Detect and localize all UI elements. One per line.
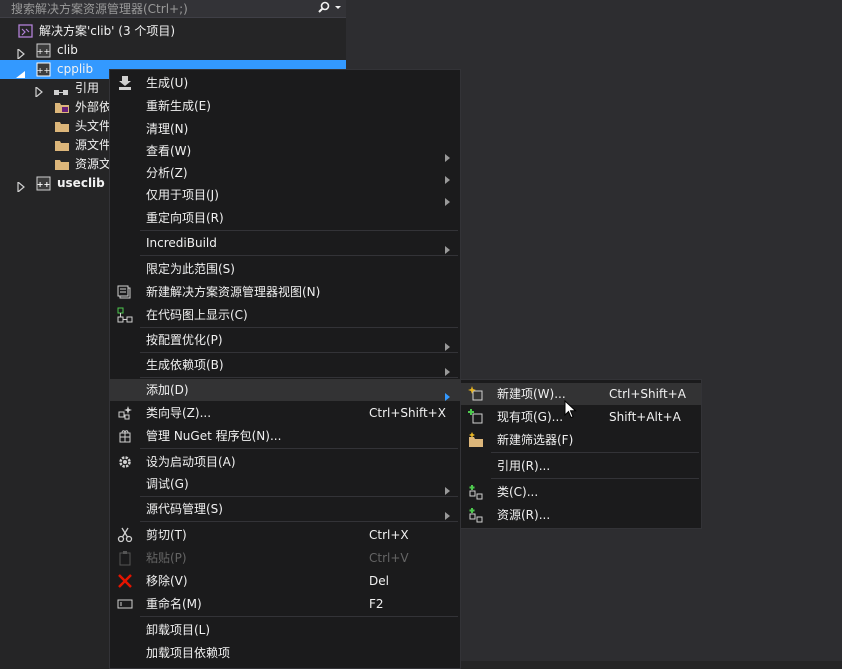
submenu-item-existing-item[interactable]: 现有项(G)... Shift+Alt+A — [461, 406, 701, 428]
search-button[interactable] — [316, 0, 346, 17]
menu-separator — [140, 327, 458, 328]
submenu-item-resource[interactable]: 资源(R)... — [461, 504, 701, 526]
search-bar — [0, 0, 346, 18]
menu-separator — [140, 255, 458, 256]
menu-item-unload-project[interactable]: 卸载项目(L) — [110, 619, 460, 641]
nuget-package-icon — [117, 428, 133, 451]
submenu-item-new-filter[interactable]: 新建筛选器(F) — [461, 429, 701, 451]
menu-item-show-on-code-map[interactable]: 在代码图上显示(C) — [110, 304, 460, 326]
expand-arrow-icon[interactable] — [17, 179, 25, 198]
search-input[interactable] — [0, 0, 310, 17]
solution-label: 解决方案'clib' (3 个项目) — [39, 24, 176, 38]
menu-item-set-startup[interactable]: 设为启动项目(A) — [110, 451, 460, 473]
submenu-item-reference[interactable]: 引用(R)... — [461, 455, 701, 477]
menu-separator — [140, 496, 458, 497]
rename-icon — [117, 596, 133, 619]
menu-separator — [140, 230, 458, 231]
menu-item-new-se-view[interactable]: 新建解决方案资源管理器视图(N) — [110, 281, 460, 303]
solution-node[interactable]: 解决方案'clib' (3 个项目) — [0, 22, 346, 41]
search-icon — [318, 1, 341, 13]
menu-item-rename[interactable]: 重命名(M) F2 — [110, 593, 460, 615]
svg-text:++: ++ — [37, 47, 50, 56]
menu-item-build-dependencies[interactable]: 生成依赖项(B) — [110, 354, 460, 376]
menu-item-project-only[interactable]: 仅用于项目(J) — [110, 184, 460, 206]
menu-item-analyze[interactable]: 分析(Z) — [110, 162, 460, 184]
menu-item-source-control[interactable]: 源代码管理(S) — [110, 498, 460, 520]
context-menu: 生成(U) 重新生成(E) 清理(N) 查看(W) 分析(Z) 仅用于项目(J)… — [109, 69, 461, 669]
menu-separator — [140, 377, 458, 378]
tree-item-clib[interactable]: ++ clib — [0, 41, 346, 61]
svg-text:++: ++ — [37, 66, 50, 75]
add-submenu: 新建项(W)... Ctrl+Shift+A 现有项(G)... Shift+A… — [460, 379, 702, 529]
menu-item-incredibuild[interactable]: IncrediBuild — [110, 232, 460, 254]
menu-item-paste[interactable]: 粘贴(P) Ctrl+V — [110, 547, 460, 569]
menu-item-add[interactable]: 添加(D) — [110, 379, 460, 401]
menu-item-view[interactable]: 查看(W) — [110, 140, 460, 162]
menu-item-remove[interactable]: 移除(V) Del — [110, 570, 460, 592]
menu-item-cut[interactable]: 剪切(T) Ctrl+X — [110, 524, 460, 546]
menu-separator — [140, 352, 458, 353]
menu-separator — [491, 478, 699, 479]
menu-item-class-wizard[interactable]: 类向导(Z)... Ctrl+Shift+X — [110, 402, 460, 424]
menu-item-build[interactable]: 生成(U) — [110, 72, 460, 94]
menu-item-scope-to-this[interactable]: 限定为此范围(S) — [110, 258, 460, 280]
menu-item-debug[interactable]: 调试(G) — [110, 473, 460, 495]
menu-item-clean[interactable]: 清理(N) — [110, 118, 460, 140]
add-resource-icon — [468, 507, 484, 530]
menu-separator — [140, 448, 458, 449]
new-folder-icon — [468, 432, 484, 455]
menu-separator — [140, 616, 458, 617]
menu-item-manage-nuget[interactable]: 管理 NuGet 程序包(N)... — [110, 425, 460, 447]
menu-item-retarget[interactable]: 重定向项目(R) — [110, 207, 460, 229]
submenu-item-class[interactable]: 类(C)... — [461, 481, 701, 503]
menu-separator — [491, 452, 699, 453]
code-map-icon — [117, 307, 133, 330]
menu-item-rebuild[interactable]: 重新生成(E) — [110, 95, 460, 117]
mouse-cursor-icon — [564, 399, 577, 423]
menu-item-pgo[interactable]: 按配置优化(P) — [110, 329, 460, 351]
svg-text:++: ++ — [37, 180, 50, 189]
cpp-project-icon: ++ — [36, 176, 51, 197]
submenu-item-new-item[interactable]: 新建项(W)... Ctrl+Shift+A — [461, 383, 701, 405]
menu-separator — [140, 521, 458, 522]
